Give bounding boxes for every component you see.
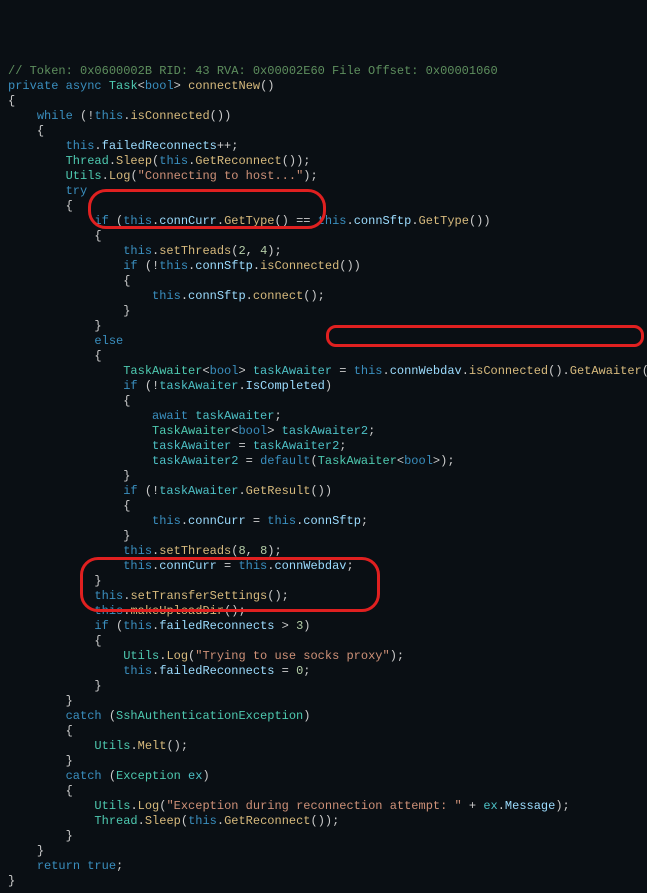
token-comment-line: // Token: 0x0600002B RID: 43 RVA: 0x0000… (8, 64, 498, 78)
method-connectNew: connectNew (188, 79, 260, 93)
kw-private: private (8, 79, 58, 93)
type-Task: Task (109, 79, 138, 93)
code-editor-viewport: // Token: 0x0600002B RID: 43 RVA: 0x0000… (0, 0, 647, 893)
annotation-oval-webdav (326, 325, 644, 347)
kw-async: async (66, 79, 102, 93)
kw-while: while (37, 109, 73, 123)
type-bool: bool (145, 79, 174, 93)
